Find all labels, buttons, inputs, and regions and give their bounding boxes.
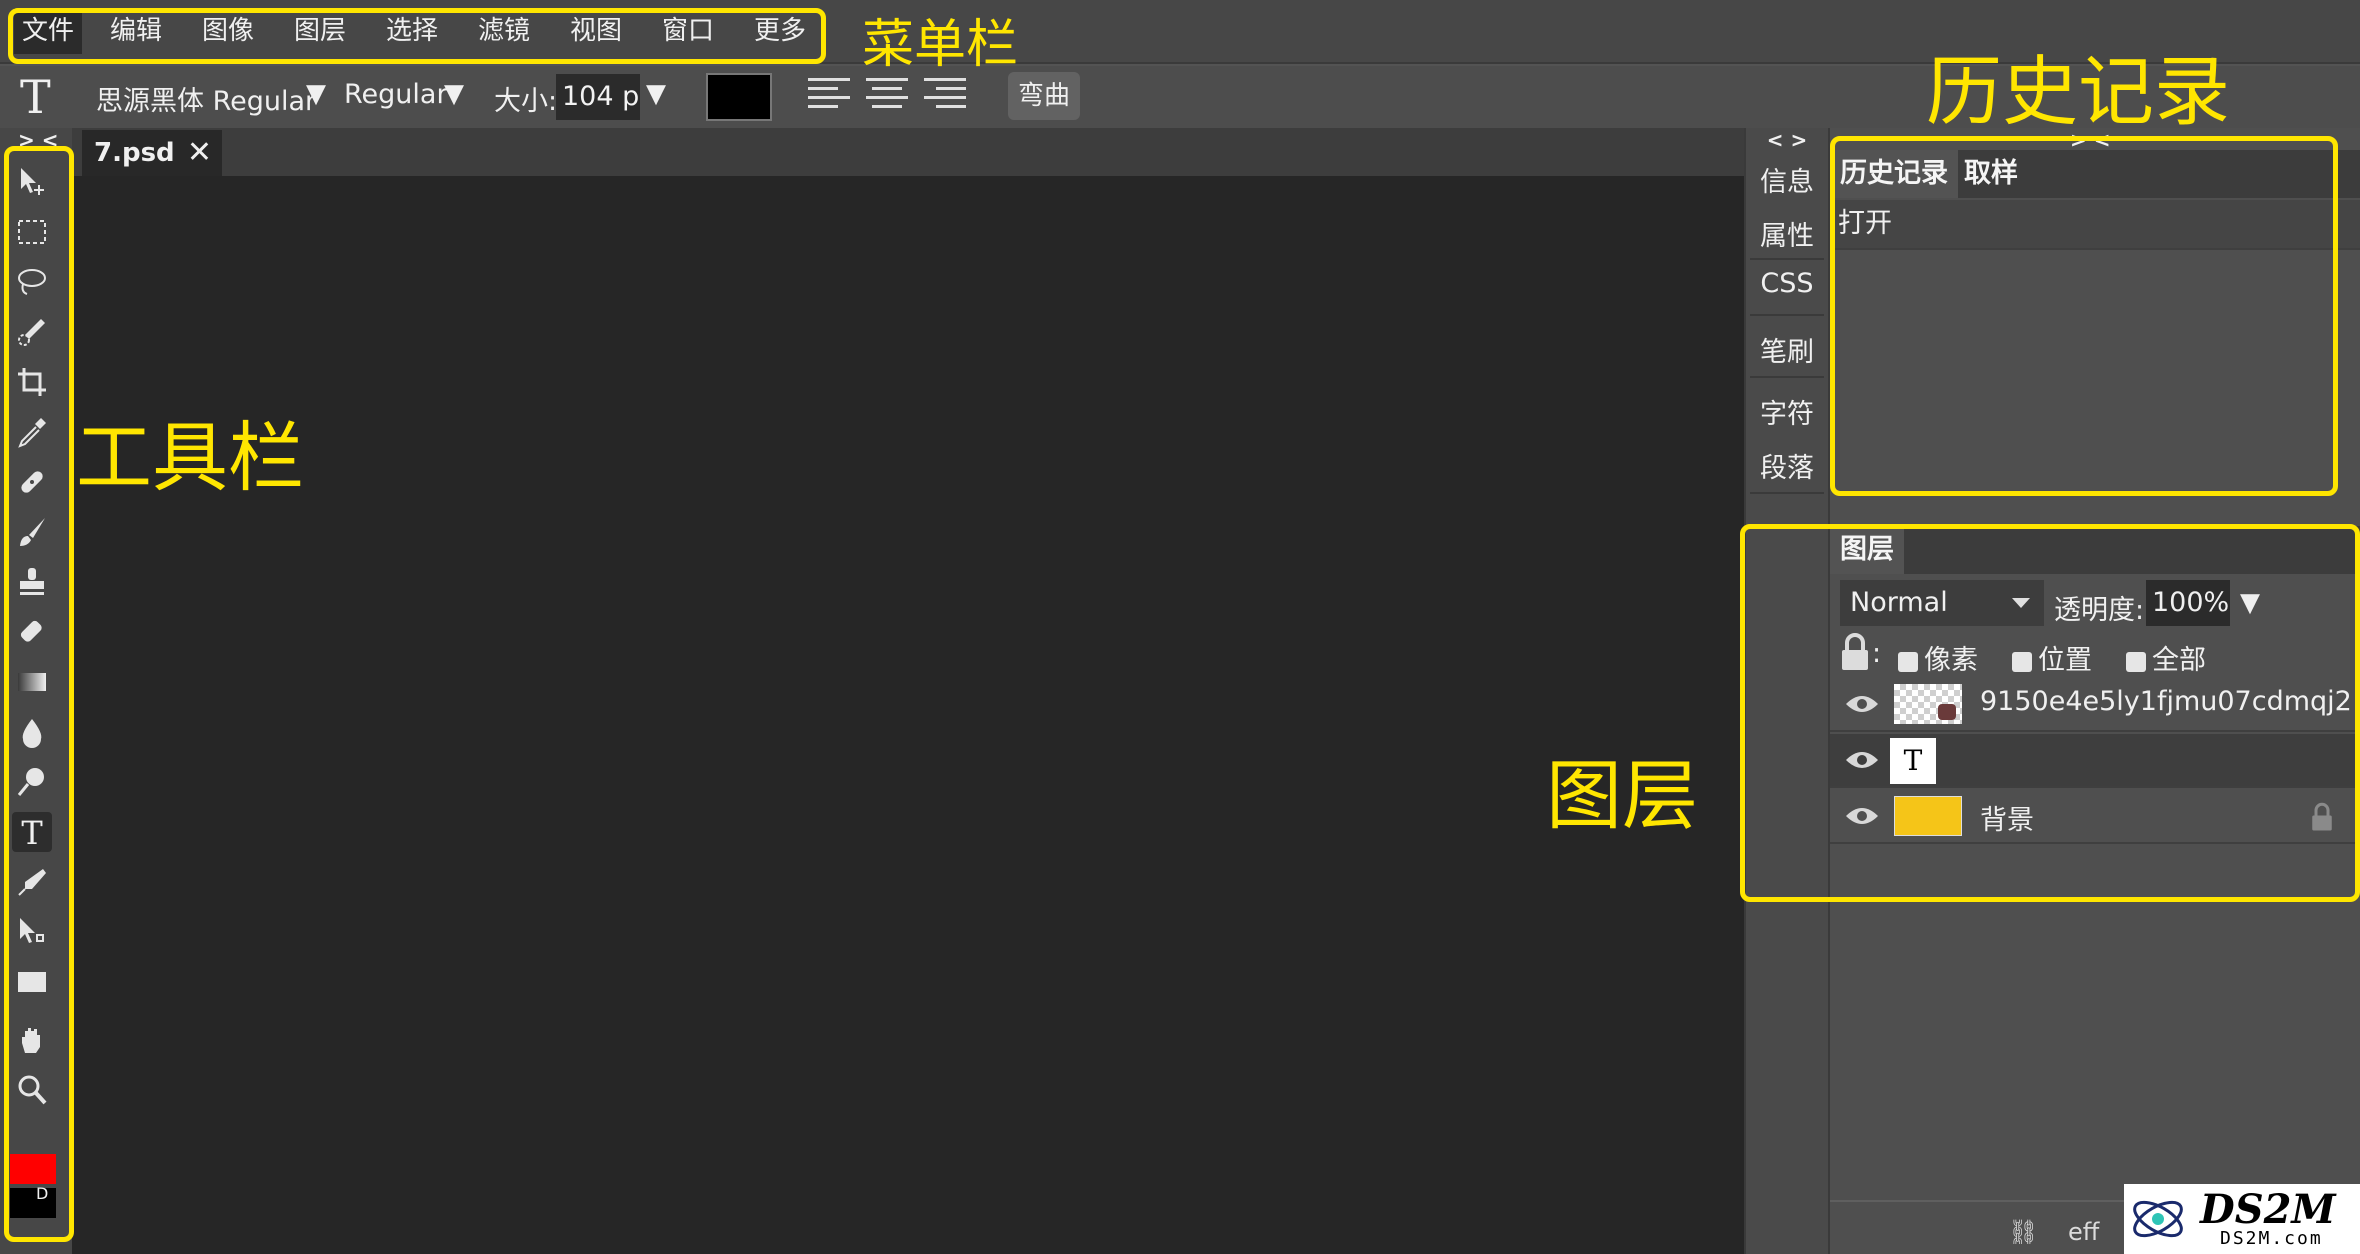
side-divider <box>1750 314 1824 316</box>
font-style-select[interactable]: Regular <box>344 79 448 110</box>
font-size-dropdown-icon[interactable]: ▼ <box>646 79 666 109</box>
annotation-box-layers <box>1740 524 2360 902</box>
watermark: DS2M DS2M.com <box>2124 1184 2360 1254</box>
align-center-icon[interactable] <box>866 78 908 118</box>
annotation-label-history: 历史记录 <box>1926 47 2230 136</box>
link-icon[interactable]: ⛓ <box>2008 1218 2038 1246</box>
side-item-info[interactable]: 信息 <box>1746 160 1828 199</box>
align-right-icon[interactable] <box>924 78 966 118</box>
document-tab-bar: 7.psd ✕ <box>72 128 1744 176</box>
side-item-brushes[interactable]: 笔刷 <box>1746 330 1828 369</box>
side-item-character[interactable]: 字符 <box>1746 392 1828 431</box>
align-left-icon[interactable] <box>808 78 850 118</box>
side-divider <box>1750 492 1824 494</box>
document-tab-name: 7.psd <box>94 138 175 168</box>
close-icon[interactable]: ✕ <box>187 130 212 176</box>
side-divider <box>1750 258 1824 260</box>
annotation-box-history <box>1830 136 2338 496</box>
font-size-label: 大小: <box>494 86 558 117</box>
warp-text-button[interactable]: 弯曲 <box>1008 72 1080 120</box>
effects-button[interactable]: eff <box>2068 1218 2099 1246</box>
font-family-select[interactable]: 思源黑体 Regular <box>96 79 316 118</box>
annotation-label-layers: 图层 <box>1546 751 1698 840</box>
font-family-dropdown-icon[interactable]: ▼ <box>306 79 326 109</box>
side-item-paragraph[interactable]: 段落 <box>1746 446 1828 485</box>
side-divider <box>1750 376 1824 378</box>
annotation-box-menubar <box>8 8 826 64</box>
type-tool-indicator-icon: T <box>20 70 51 124</box>
annotation-box-toolbar <box>4 146 74 1242</box>
font-size-input[interactable]: 104 px <box>556 74 640 120</box>
watermark-brand: DS2M <box>2200 1186 2336 1233</box>
document-tab[interactable]: 7.psd ✕ <box>82 130 222 176</box>
watermark-url: DS2M.com <box>2220 1228 2323 1249</box>
panel-dock-toggle[interactable]: < > <box>1746 128 1828 152</box>
document-canvas[interactable] <box>72 176 1744 1254</box>
side-item-properties[interactable]: 属性 <box>1746 214 1828 253</box>
font-style-dropdown-icon[interactable]: ▼ <box>444 79 464 109</box>
annotation-label-toolbar: 工具栏 <box>76 413 304 502</box>
annotation-label-menubar: 菜单栏 <box>862 15 1019 75</box>
text-color-swatch[interactable] <box>706 73 772 121</box>
watermark-logo-icon <box>2133 1200 2183 1238</box>
side-item-css[interactable]: CSS <box>1746 268 1828 299</box>
